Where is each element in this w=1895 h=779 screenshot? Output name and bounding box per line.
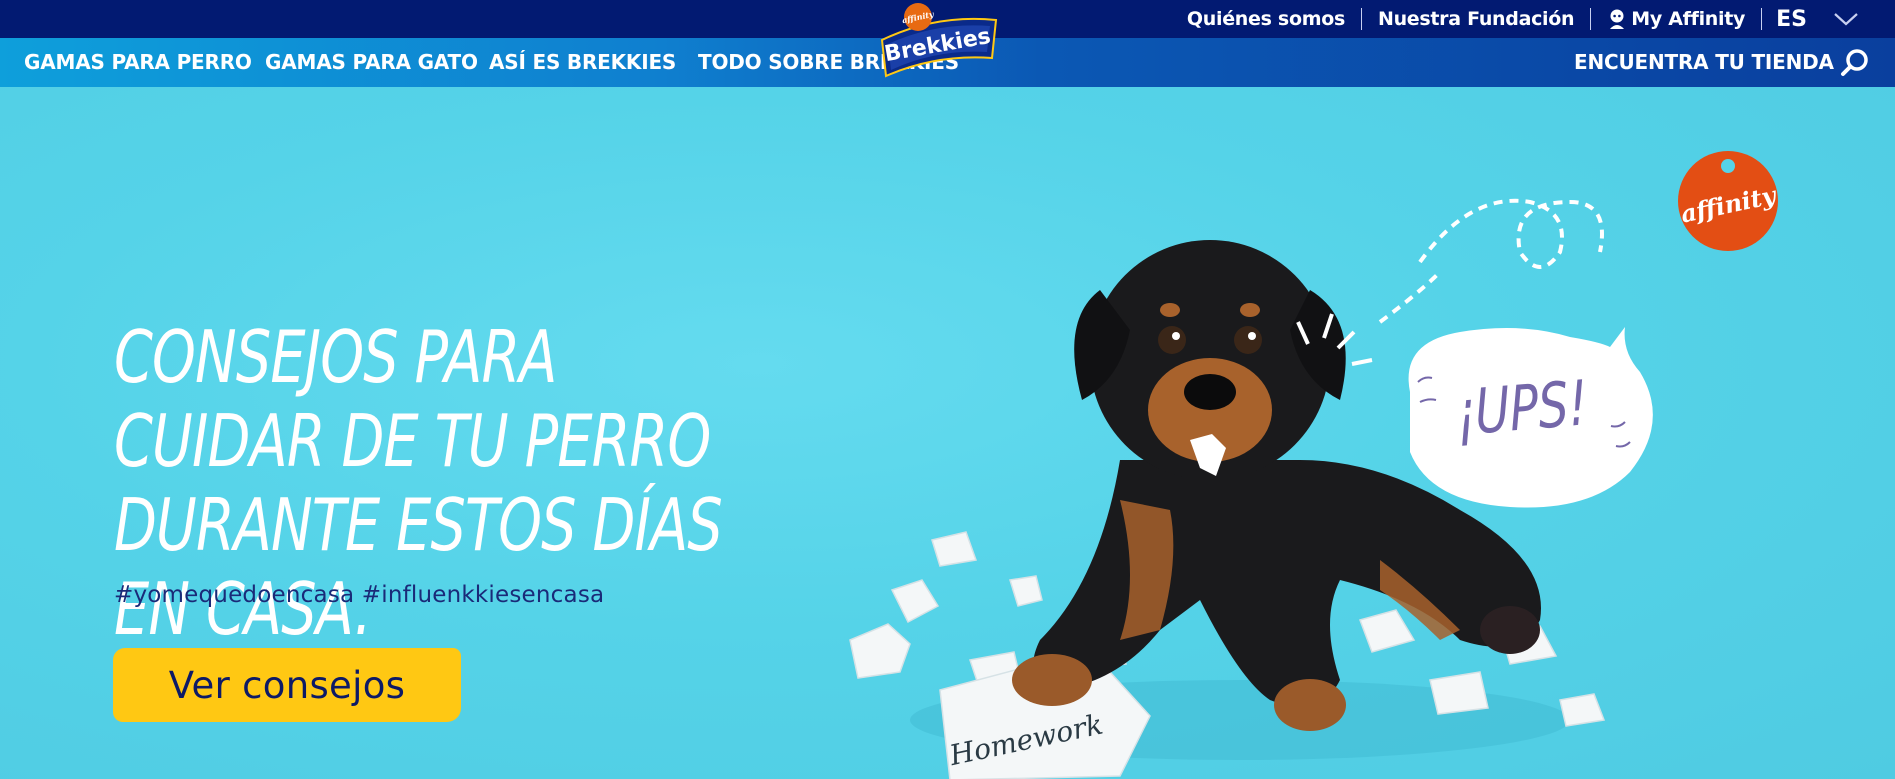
about-us-link[interactable]: Quiénes somos: [1171, 8, 1361, 30]
speech-bubble: [1296, 198, 1653, 508]
nav-cat-ranges[interactable]: GAMAS PARA GATO: [265, 38, 478, 87]
chevron-down-icon[interactable]: [1833, 11, 1859, 27]
my-affinity-label: My Affinity: [1631, 8, 1746, 30]
nav-about-brekkies[interactable]: ASÍ ES BREKKIES: [489, 38, 676, 87]
view-tips-button[interactable]: Ver consejos: [115, 650, 459, 720]
affinity-badge[interactable]: affinity: [1678, 151, 1778, 251]
hero-banner: CONSEJOS PARA CUIDAR DE TU PERRO DURANTE…: [0, 87, 1895, 779]
user-avatar-icon: [1610, 9, 1625, 29]
search-icon[interactable]: [1839, 47, 1871, 79]
hero-hashtags: #yomequedoencasa #influenkkiesencasa: [114, 582, 605, 608]
badge-hole: [1721, 159, 1735, 173]
brekkies-logo[interactable]: Brekkies affinity: [876, 0, 1002, 80]
affinity-badge-text: affinity: [1677, 179, 1779, 229]
language-selector[interactable]: ES: [1762, 7, 1819, 32]
foundation-link[interactable]: Nuestra Fundación: [1362, 8, 1590, 30]
nav-dog-ranges[interactable]: GAMAS PARA PERRO: [24, 38, 252, 87]
my-affinity-link[interactable]: My Affinity: [1591, 8, 1761, 30]
find-store-link[interactable]: ENCUENTRA TU TIENDA: [1574, 38, 1834, 87]
bubble-text: ¡UPS!: [1454, 366, 1590, 450]
